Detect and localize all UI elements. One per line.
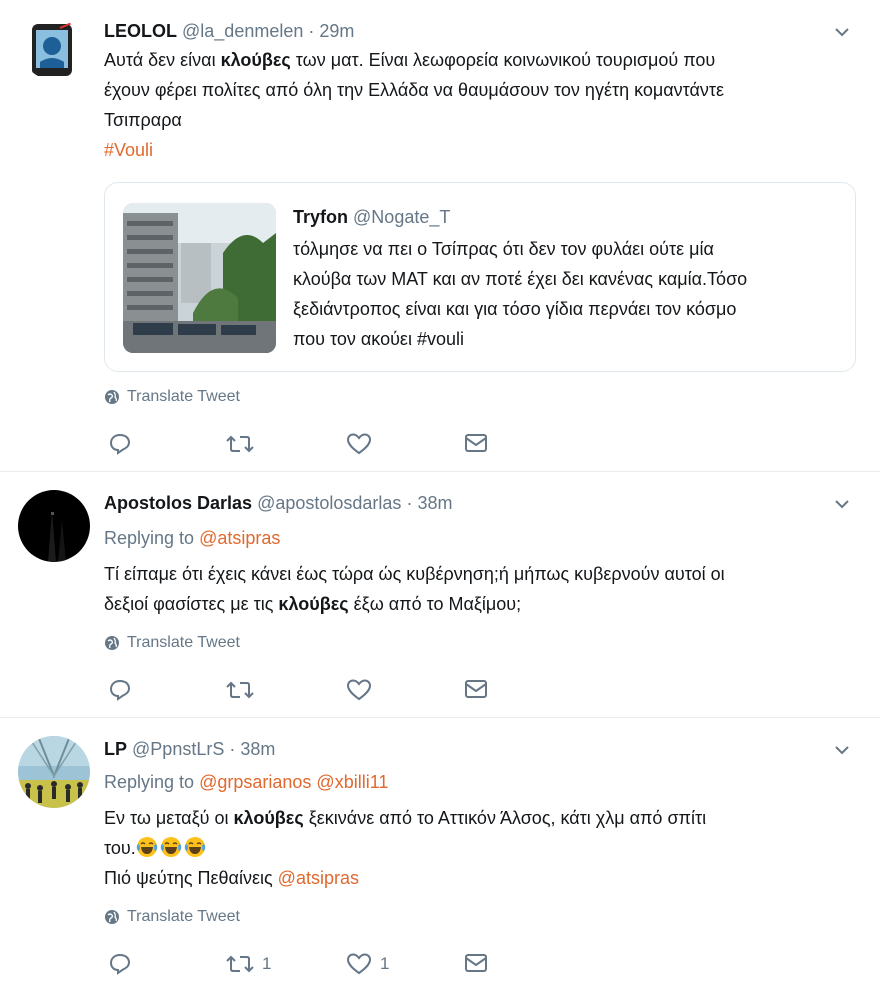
- tweet-header: LEOLOL @la_denmelen · 29m: [104, 20, 354, 42]
- avatar[interactable]: [18, 490, 90, 562]
- mention-link[interactable]: @atsipras: [199, 528, 280, 548]
- reply-icon: [109, 679, 131, 701]
- mention-link[interactable]: @atsipras: [278, 868, 359, 888]
- laughing-tears-icon: [160, 837, 181, 857]
- translate-label: Translate Tweet: [127, 388, 240, 405]
- quoted-tweet-image: [123, 203, 276, 353]
- quoted-tweet[interactable]: Tryfon @Nogate_T τόλμησε να πει ο Τσίπρα…: [104, 182, 856, 372]
- replying-to: Replying to @atsipras: [104, 524, 280, 552]
- avatar[interactable]: [22, 18, 84, 80]
- like-icon: [346, 679, 372, 701]
- retweet-button[interactable]: [226, 678, 262, 702]
- tweet-actions: [104, 432, 524, 458]
- like-button[interactable]: [346, 432, 380, 456]
- retweet-icon: [226, 681, 254, 699]
- quoted-text-line: τόλμησε να πει ο Τσίπρας ότι δεν τον φυλ…: [293, 239, 714, 259]
- author-name[interactable]: Apostolos Darlas: [104, 493, 252, 513]
- reply-button[interactable]: [108, 952, 132, 976]
- replying-prefix: Replying to: [104, 772, 195, 792]
- message-icon: [465, 954, 487, 972]
- reply-icon: [109, 433, 131, 455]
- avatar[interactable]: [18, 736, 90, 808]
- hashtag-link[interactable]: #Vouli: [104, 136, 153, 164]
- separator-dot: ·: [406, 493, 413, 513]
- retweet-icon: [226, 435, 254, 453]
- retweet-count: 1: [262, 954, 272, 973]
- tweet-text-line: Αυτά δεν είναι κλούβες των ματ. Είναι λε…: [104, 50, 716, 70]
- quoted-text-line: κλούβα των ΜΑΤ και αν ποτέ έχει δει κανέ…: [293, 269, 748, 289]
- reply-button[interactable]: [108, 432, 132, 456]
- tweet-header: LP @PpnstLrS · 38m: [104, 738, 275, 760]
- tweet-actions: [104, 678, 524, 704]
- globe-icon: [105, 390, 119, 404]
- like-icon: [346, 953, 372, 975]
- quoted-author-name[interactable]: Tryfon: [293, 207, 348, 227]
- author-handle[interactable]: @apostolosdarlas: [257, 493, 401, 513]
- mention-link[interactable]: @grpsarianos: [199, 772, 311, 792]
- tweet[interactable]: LP @PpnstLrS · 38m Replying to @grpsaria…: [0, 718, 880, 983]
- separator-dot: ·: [308, 21, 315, 41]
- author-name[interactable]: LEOLOL: [104, 21, 177, 41]
- avatar-image: [18, 490, 90, 562]
- author-handle[interactable]: @la_denmelen: [182, 21, 303, 41]
- chevron-down-icon[interactable]: [832, 494, 852, 514]
- reply-button[interactable]: [108, 678, 132, 702]
- avatar-image: [18, 736, 90, 808]
- timestamp[interactable]: 38m: [240, 739, 275, 759]
- translate-label: Translate Tweet: [127, 634, 240, 651]
- like-icon: [346, 433, 372, 455]
- tweet-text-line: του.: [104, 834, 208, 862]
- message-icon: [465, 680, 487, 698]
- timestamp[interactable]: 29m: [319, 21, 354, 41]
- chevron-down-icon[interactable]: [832, 740, 852, 760]
- quoted-text-line: που τον ακούει #vouli: [293, 329, 464, 349]
- translate-tweet-link[interactable]: Translate Tweet: [104, 908, 240, 926]
- retweet-icon: [226, 955, 254, 973]
- translate-tweet-link[interactable]: Translate Tweet: [104, 634, 240, 652]
- retweet-button[interactable]: [226, 432, 262, 456]
- replying-to: Replying to @grpsarianos @xbilli11: [104, 768, 388, 796]
- message-button[interactable]: [464, 952, 488, 974]
- message-button[interactable]: [464, 432, 488, 454]
- translate-tweet-link[interactable]: Translate Tweet: [104, 388, 240, 406]
- author-handle[interactable]: @PpnstLrS: [132, 739, 224, 759]
- globe-icon: [105, 636, 119, 650]
- tweet[interactable]: Apostolos Darlas @apostolosdarlas · 38m …: [0, 472, 880, 716]
- separator-dot: ·: [229, 739, 236, 759]
- like-count: 1: [380, 954, 390, 973]
- laughing-tears-icon: [136, 837, 157, 857]
- message-button[interactable]: [464, 678, 488, 700]
- tweet-header: Apostolos Darlas @apostolosdarlas · 38m: [104, 492, 452, 514]
- author-name[interactable]: LP: [104, 739, 127, 759]
- message-icon: [465, 434, 487, 452]
- tweet[interactable]: LEOLOL @la_denmelen · 29m Αυτά δεν είναι…: [0, 0, 880, 470]
- translate-label: Translate Tweet: [127, 908, 240, 925]
- chevron-down-icon[interactable]: [832, 22, 852, 42]
- reply-icon: [109, 953, 131, 975]
- laughing-tears-icon: [184, 837, 205, 857]
- quoted-text-line: ξεδιάντροπος είναι και για τόσο γίδια πε…: [293, 299, 737, 319]
- like-button[interactable]: [346, 678, 380, 702]
- avatar-image: [22, 18, 84, 80]
- tweet-actions: 1 1: [104, 952, 524, 978]
- emoji-group: [136, 837, 208, 858]
- replying-prefix: Replying to: [104, 528, 195, 548]
- tweet-text-line: Πιό ψεύτης Πεθαίνεις @atsipras: [104, 868, 359, 888]
- mention-link[interactable]: @xbilli11: [316, 772, 388, 792]
- tweet-text-line: Τσιπραρα: [104, 110, 182, 130]
- quoted-tweet-header: Tryfon @Nogate_T: [293, 203, 450, 231]
- tweet-text-line: έχουν φέρει πολίτες από όλη την Ελλάδα ν…: [104, 80, 725, 100]
- tweet-text-line: Εν τω μεταξύ οι κλούβες ξεκινάνε από το …: [104, 808, 707, 828]
- quoted-author-handle[interactable]: @Nogate_T: [353, 207, 450, 227]
- tweet-text-line: Τί είπαμε ότι έχεις κάνει έως τώρα ώς κυ…: [104, 564, 725, 584]
- tweet-text-line: δεξιοί φασίστες με τις κλούβες έξω από τ…: [104, 594, 522, 614]
- globe-icon: [105, 910, 119, 924]
- like-button[interactable]: 1: [346, 952, 389, 976]
- retweet-button[interactable]: 1: [226, 952, 271, 976]
- timestamp[interactable]: 38m: [417, 493, 452, 513]
